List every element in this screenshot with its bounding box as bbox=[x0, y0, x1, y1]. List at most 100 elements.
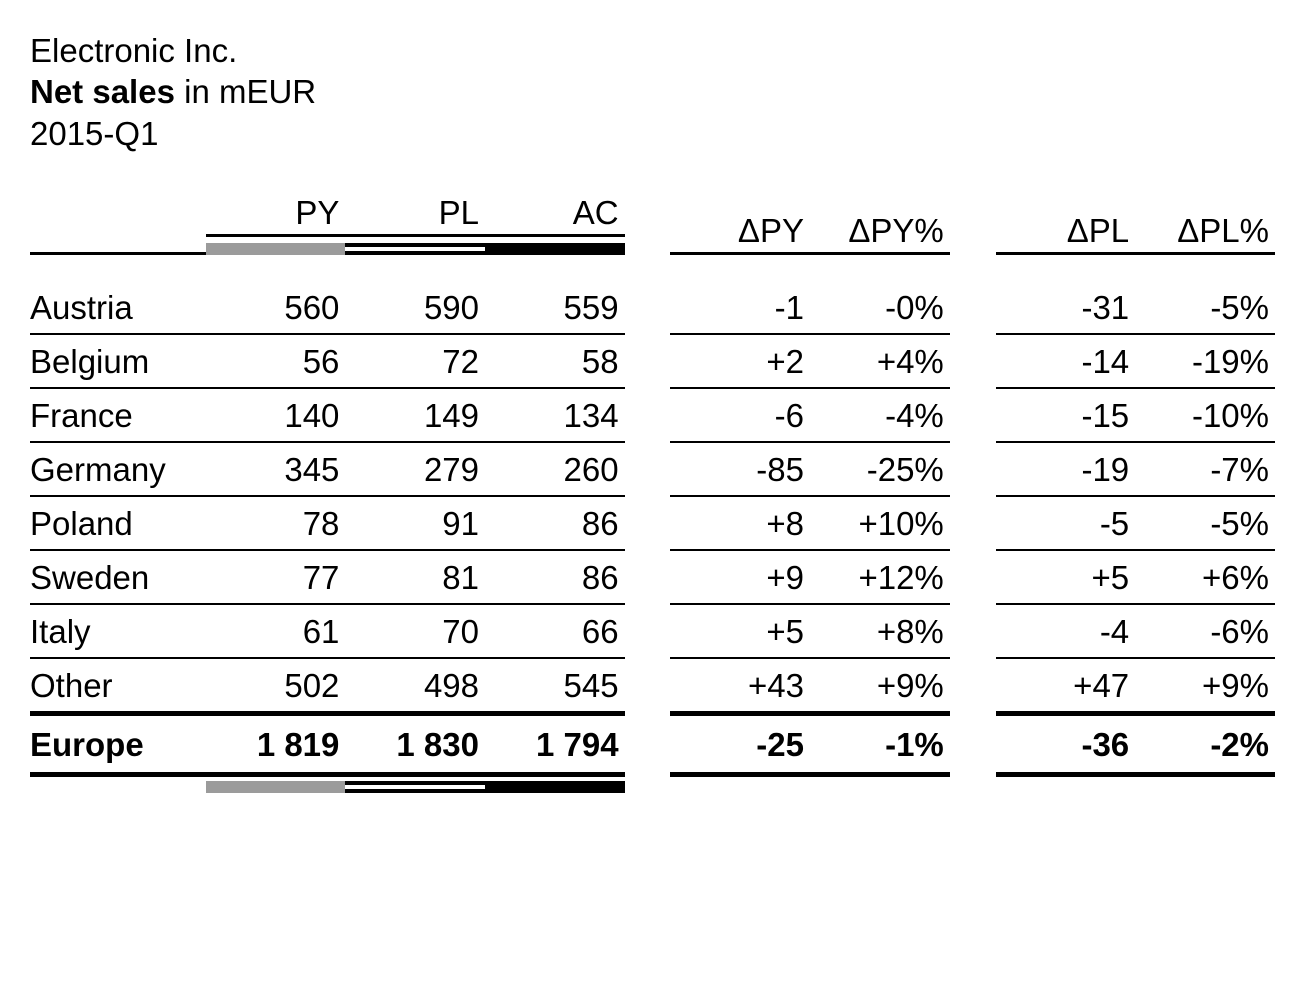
gap-cell bbox=[950, 716, 996, 777]
table-cell: 502 bbox=[206, 659, 346, 716]
table-cell: 1 819 bbox=[206, 716, 346, 777]
header-gap bbox=[625, 194, 671, 255]
table-cell: -5% bbox=[1135, 497, 1275, 551]
variance-table: PY PL AC ΔPY ΔPY% ΔPL ΔPL% Austria560590… bbox=[30, 194, 1275, 793]
header-dpl: ΔPL bbox=[996, 194, 1136, 255]
header-spacer bbox=[30, 255, 1275, 281]
table-cell: 279 bbox=[345, 443, 485, 497]
table-cell: +43 bbox=[670, 659, 810, 716]
header-ac: AC bbox=[485, 194, 625, 255]
table-cell: +9% bbox=[810, 659, 950, 716]
row-label: Italy bbox=[30, 605, 206, 659]
row-label: Poland bbox=[30, 497, 206, 551]
table-cell: 1 794 bbox=[485, 716, 625, 777]
table-cell: -1% bbox=[810, 716, 950, 777]
gap-cell bbox=[950, 389, 996, 443]
header-py: PY bbox=[206, 194, 346, 255]
row-label: Germany bbox=[30, 443, 206, 497]
table-cell: +6% bbox=[1135, 551, 1275, 605]
company-name: Electronic Inc. bbox=[30, 30, 1275, 71]
table-cell: -36 bbox=[996, 716, 1136, 777]
table-cell: 78 bbox=[206, 497, 346, 551]
gap-cell bbox=[950, 281, 996, 335]
table-row: Italy617066+5+8%-4-6% bbox=[30, 605, 1275, 659]
row-label: Austria bbox=[30, 281, 206, 335]
table-cell: 58 bbox=[485, 335, 625, 389]
header-blank bbox=[30, 194, 206, 255]
gap-cell bbox=[625, 443, 671, 497]
table-cell: 86 bbox=[485, 551, 625, 605]
title-block: Electronic Inc. Net sales in mEUR 2015-Q… bbox=[30, 30, 1275, 154]
header-row: PY PL AC ΔPY ΔPY% ΔPL ΔPL% bbox=[30, 194, 1275, 255]
table-cell: 81 bbox=[345, 551, 485, 605]
table-cell: -6 bbox=[670, 389, 810, 443]
gap-cell bbox=[950, 497, 996, 551]
table-cell: 134 bbox=[485, 389, 625, 443]
header-dpy-pct: ΔPY% bbox=[810, 194, 950, 255]
gap-cell bbox=[950, 659, 996, 716]
table-cell: -1 bbox=[670, 281, 810, 335]
table-cell: +5 bbox=[996, 551, 1136, 605]
table-cell: 72 bbox=[345, 335, 485, 389]
table-cell: +47 bbox=[996, 659, 1136, 716]
table-cell: -5% bbox=[1135, 281, 1275, 335]
pl-marker-icon bbox=[345, 777, 485, 793]
total-row: Europe1 8191 8301 794-25-1%-36-2% bbox=[30, 716, 1275, 777]
blank bbox=[30, 777, 206, 793]
table-cell: 345 bbox=[206, 443, 346, 497]
table-cell: 545 bbox=[485, 659, 625, 716]
table-cell: 260 bbox=[485, 443, 625, 497]
table-cell: +4% bbox=[810, 335, 950, 389]
table-cell: 86 bbox=[485, 497, 625, 551]
header-dpy: ΔPY bbox=[670, 194, 810, 255]
py-marker-icon bbox=[206, 777, 346, 793]
ac-marker-icon bbox=[485, 243, 625, 255]
table-cell: 559 bbox=[485, 281, 625, 335]
gap-cell bbox=[950, 605, 996, 659]
gap-cell bbox=[625, 335, 671, 389]
blank bbox=[1135, 777, 1275, 793]
gap-cell bbox=[625, 281, 671, 335]
ac-marker-icon bbox=[485, 777, 625, 793]
table-cell: -31 bbox=[996, 281, 1136, 335]
table-cell: 140 bbox=[206, 389, 346, 443]
blank bbox=[810, 777, 950, 793]
table-cell: +12% bbox=[810, 551, 950, 605]
table-cell: -2% bbox=[1135, 716, 1275, 777]
table-row: Other502498545+43+9%+47+9% bbox=[30, 659, 1275, 716]
row-label: Other bbox=[30, 659, 206, 716]
blank bbox=[670, 777, 810, 793]
table-cell: 1 830 bbox=[345, 716, 485, 777]
table-cell: +10% bbox=[810, 497, 950, 551]
header-dpl-pct: ΔPL% bbox=[1135, 194, 1275, 255]
table-cell: -15 bbox=[996, 389, 1136, 443]
gap-cell bbox=[625, 551, 671, 605]
header-pl: PL bbox=[345, 194, 485, 255]
row-label: France bbox=[30, 389, 206, 443]
gap-cell bbox=[950, 443, 996, 497]
table-row: Belgium567258+2+4%-14-19% bbox=[30, 335, 1275, 389]
py-marker-icon bbox=[206, 243, 346, 255]
pl-marker-icon bbox=[345, 243, 485, 255]
table-cell: -25% bbox=[810, 443, 950, 497]
table-row: Sweden778186+9+12%+5+6% bbox=[30, 551, 1275, 605]
table-row: Austria560590559-1-0%-31-5% bbox=[30, 281, 1275, 335]
table-cell: -19% bbox=[1135, 335, 1275, 389]
report-page: Electronic Inc. Net sales in mEUR 2015-Q… bbox=[0, 0, 1315, 985]
table-cell: +8 bbox=[670, 497, 810, 551]
table-cell: +9% bbox=[1135, 659, 1275, 716]
metric-unit: in mEUR bbox=[175, 73, 316, 110]
gap-cell bbox=[625, 497, 671, 551]
table-row: Germany345279260-85-25%-19-7% bbox=[30, 443, 1275, 497]
period: 2015-Q1 bbox=[30, 113, 1275, 154]
table-cell: -14 bbox=[996, 335, 1136, 389]
gap-cell bbox=[625, 716, 671, 777]
gap-cell bbox=[625, 605, 671, 659]
gap-cell bbox=[625, 659, 671, 716]
table-cell: +9 bbox=[670, 551, 810, 605]
table-cell: -0% bbox=[810, 281, 950, 335]
gap-cell bbox=[950, 551, 996, 605]
gap-cell bbox=[625, 777, 671, 793]
gap-cell bbox=[950, 335, 996, 389]
blank bbox=[996, 777, 1136, 793]
